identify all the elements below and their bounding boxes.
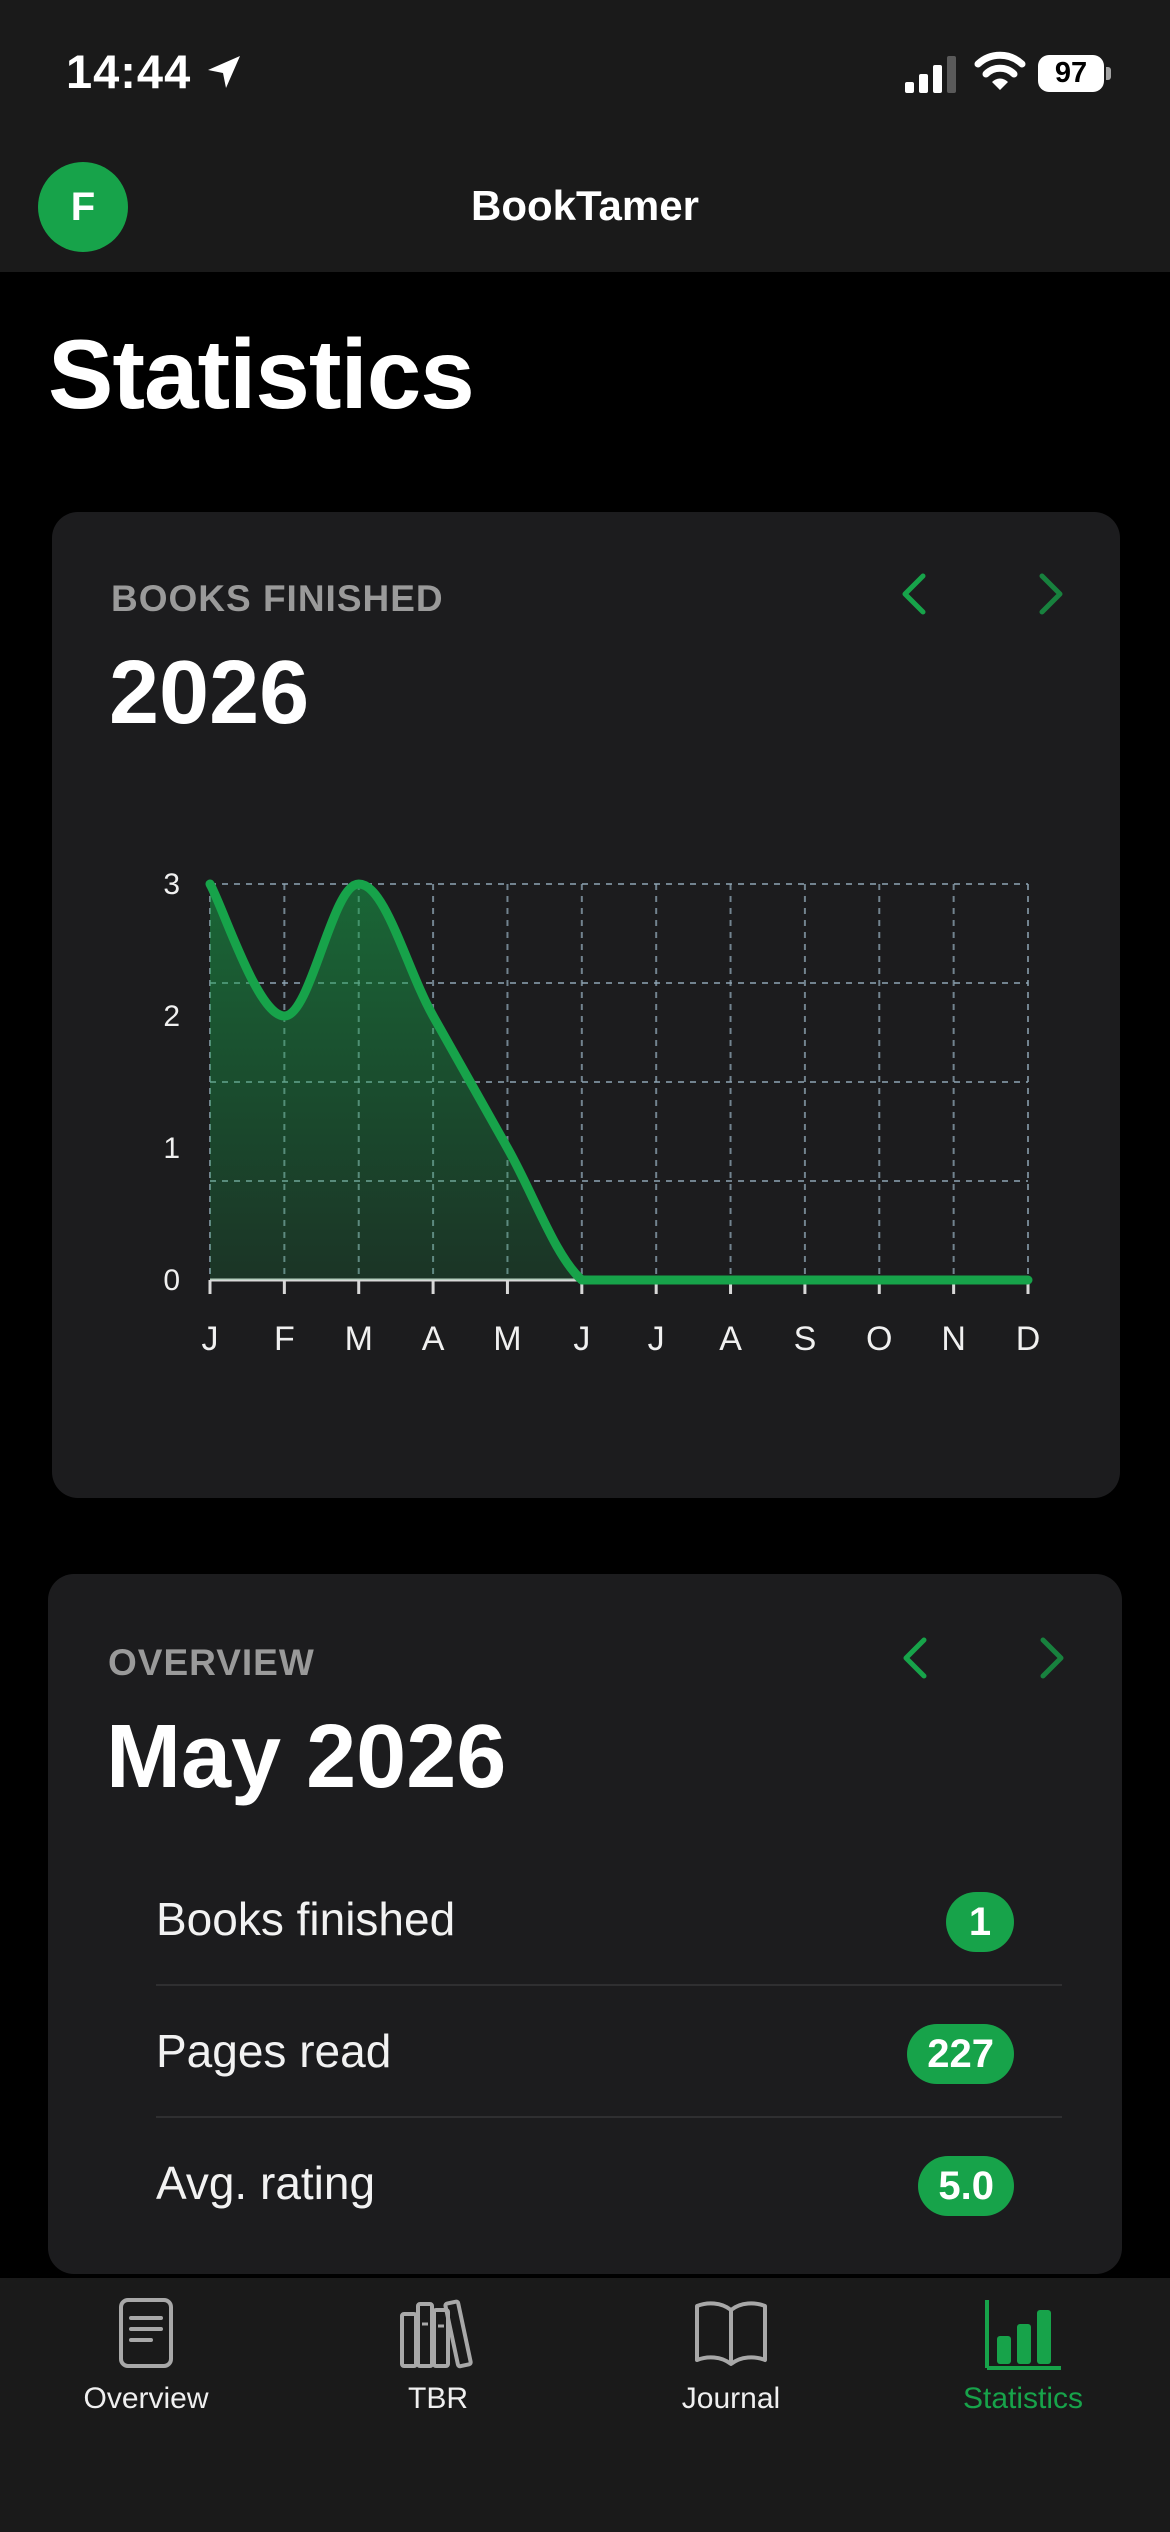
tab-journal[interactable]: Journal	[611, 2296, 851, 2476]
x-tick-label: J	[573, 1320, 590, 1358]
tab-overview[interactable]: Overview	[26, 2296, 266, 2476]
bar-chart-icon	[985, 2300, 1061, 2370]
location-arrow-icon	[208, 56, 240, 88]
status-bar: 14:44 97	[0, 0, 1170, 150]
overview-row-pages-read: Pages read 227	[156, 1986, 1062, 2118]
tab-label: TBR	[408, 2382, 468, 2415]
battery-indicator: 97	[1038, 55, 1111, 92]
wifi-icon	[974, 51, 1026, 90]
row-value-badge: 5.0	[918, 2156, 1014, 2216]
x-tick-label: A	[719, 1320, 742, 1358]
row-label: Pages read	[156, 2025, 392, 2077]
x-tick-label: N	[941, 1320, 966, 1358]
battery-level: 97	[1038, 55, 1104, 92]
x-tick-label: D	[1016, 1320, 1041, 1358]
cellular-signal-icon	[905, 56, 956, 93]
open-book-icon	[695, 2301, 767, 2366]
document-icon	[119, 2298, 173, 2368]
x-tick-label: O	[866, 1320, 892, 1358]
y-tick-label: 3	[163, 868, 180, 901]
x-tick-label: J	[648, 1320, 665, 1358]
y-tick-label: 1	[163, 1132, 180, 1165]
overview-card: OVERVIEW May 2026 Books finished 1 Pages…	[48, 1574, 1122, 2274]
overview-row-avg-rating: Avg. rating 5.0	[156, 2118, 1062, 2250]
books-finished-card: BOOKS FINISHED 2026 0123JFMAMJJASOND	[52, 512, 1120, 1498]
tab-bar: Overview TBR Journal Statistics	[0, 2278, 1170, 2532]
row-label: Avg. rating	[156, 2157, 376, 2209]
x-tick-label: F	[274, 1320, 295, 1358]
row-value-badge: 227	[907, 2024, 1014, 2084]
previous-month-button[interactable]	[896, 1636, 936, 1680]
overview-row-books-finished: Books finished 1	[156, 1854, 1062, 1986]
x-tick-label: M	[345, 1320, 373, 1358]
tab-tbr[interactable]: TBR	[318, 2296, 558, 2476]
battery-tip	[1106, 67, 1111, 80]
row-label: Books finished	[156, 1893, 456, 1945]
x-tick-label: J	[202, 1320, 219, 1358]
tab-statistics[interactable]: Statistics	[903, 2296, 1143, 2476]
row-value-badge: 1	[946, 1892, 1014, 1952]
next-month-button[interactable]	[1031, 1636, 1071, 1680]
overview-label: OVERVIEW	[108, 1642, 315, 1683]
books-finished-chart: 0 1 2 3 J F M A M J J A S O N D	[163, 868, 1041, 1358]
y-tick-label: 2	[163, 1000, 180, 1033]
tab-label: Overview	[83, 2382, 209, 2415]
tab-label: Statistics	[962, 2382, 1084, 2415]
overview-period: May 2026	[106, 1707, 507, 1807]
app-header: F BookTamer	[0, 150, 1170, 272]
bookshelf-icon	[400, 2299, 473, 2369]
y-tick-label: 0	[163, 1264, 180, 1297]
app-title: BookTamer	[471, 182, 699, 229]
x-tick-label: A	[422, 1320, 445, 1358]
x-tick-label: M	[493, 1320, 521, 1358]
page-title: Statistics	[48, 319, 475, 429]
x-tick-label: S	[794, 1320, 817, 1358]
tab-label: Journal	[681, 2382, 781, 2415]
status-time: 14:44	[66, 45, 192, 98]
